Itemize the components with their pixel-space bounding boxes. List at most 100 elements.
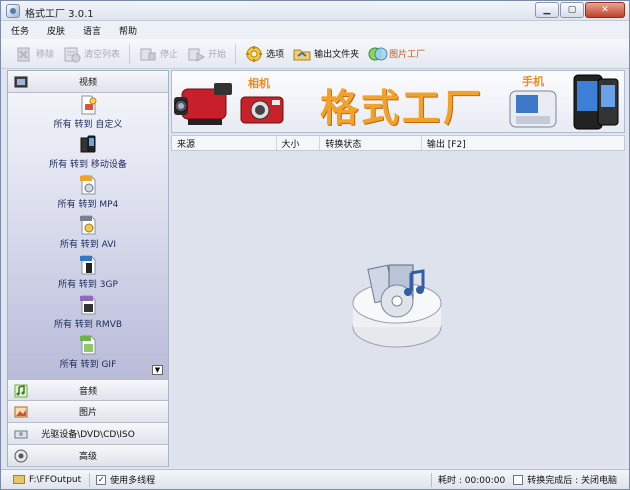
category-sidebar: 视频 所有 转到 自定义 所有 转到 移动设备 所有 转到 MP4 所有 转到 … <box>7 70 169 467</box>
status-separator <box>89 472 91 487</box>
minimize-button[interactable]: ▁ <box>535 2 559 18</box>
column-output[interactable]: 输出 [F2] <box>422 136 624 150</box>
remove-button[interactable]: 移除 <box>15 45 54 63</box>
picture-factory-label: 图片工厂 <box>389 50 426 60</box>
clear-list-label: 清空列表 <box>84 50 121 60</box>
picture-factory-button[interactable]: 图片工厂 <box>368 45 425 63</box>
video-format-list: 所有 转到 自定义 所有 转到 移动设备 所有 转到 MP4 所有 转到 AVI <box>8 93 168 379</box>
after-done-label: 转换完成后 : 关闭电脑 <box>527 476 617 486</box>
format-item-mp4[interactable]: 所有 转到 MP4 <box>8 173 168 213</box>
film-icon <box>14 75 28 89</box>
checkmark-icon: ✓ <box>97 475 105 484</box>
format-item-mobile[interactable]: 所有 转到 移动设备 <box>8 133 168 173</box>
menu-language[interactable]: 语言 <box>83 24 101 37</box>
start-button[interactable]: 开始 <box>187 45 226 63</box>
close-button[interactable]: ✕ <box>585 2 625 18</box>
mobile-device-icon <box>79 135 97 155</box>
menu-help[interactable]: 帮助 <box>119 24 137 37</box>
toolbar-separator <box>129 43 131 64</box>
gif-file-icon <box>79 335 97 355</box>
start-label: 开始 <box>208 50 227 60</box>
app-window: 格式工厂 3.0.1 ▁ ▢ ✕ 任务 皮肤 语言 帮助 移除 清空列表 停止 … <box>0 0 630 490</box>
task-list-header: 来源 大小 转换状态 输出 [F2] <box>171 135 625 151</box>
stop-label: 停止 <box>160 50 179 60</box>
remove-icon <box>15 45 33 63</box>
category-advanced-label: 高级 <box>78 452 97 462</box>
menu-skin[interactable]: 皮肤 <box>47 24 65 37</box>
banner-title: 格式工厂 <box>320 86 485 130</box>
column-status[interactable]: 转换状态 <box>320 136 422 150</box>
clear-list-button[interactable]: 清空列表 <box>63 45 120 63</box>
column-source-label: 来源 <box>177 139 196 150</box>
category-audio[interactable]: 音频 <box>8 379 168 401</box>
multithread-label: 使用多线程 <box>110 476 156 486</box>
column-size-label: 大小 <box>281 139 300 150</box>
folder-icon <box>293 45 311 63</box>
category-video-label: 视频 <box>78 78 97 88</box>
status-separator <box>431 472 433 487</box>
category-audio-label: 音频 <box>78 386 97 397</box>
output-folder-button[interactable]: 输出文件夹 <box>293 45 359 63</box>
stop-icon <box>139 45 157 63</box>
rmvb-file-icon <box>79 295 97 315</box>
clear-list-icon <box>63 45 81 63</box>
task-list[interactable] <box>171 151 625 467</box>
3gp-file-icon <box>79 255 97 275</box>
banner: 相机 格式工厂 手机 <box>171 70 625 133</box>
format-item-custom[interactable]: 所有 转到 自定义 <box>8 93 168 133</box>
stop-button[interactable]: 停止 <box>139 45 178 63</box>
smartphone-icon <box>509 90 557 128</box>
format-label: 所有 转到 移动设备 <box>49 160 127 170</box>
elapsed-time: 耗时 : 00:00:00 <box>438 476 506 486</box>
close-icon: ✕ <box>601 5 609 15</box>
menu-task[interactable]: 任务 <box>11 24 29 37</box>
after-done-checkbox[interactable] <box>513 474 524 485</box>
column-status-label: 转换状态 <box>325 139 362 150</box>
category-advanced[interactable]: 高级 <box>8 445 168 467</box>
advanced-icon <box>14 449 28 463</box>
category-rom-label: 光驱设备\DVD\CD\ISO <box>41 430 135 440</box>
video-file-icon <box>79 95 97 115</box>
column-size[interactable]: 大小 <box>277 136 321 150</box>
camera-icon <box>240 96 284 124</box>
avi-file-icon <box>79 215 97 235</box>
category-picture[interactable]: 图片 <box>8 401 168 423</box>
pda-phone-icon <box>573 74 619 130</box>
format-item-avi[interactable]: 所有 转到 AVI <box>8 213 168 253</box>
minimize-icon: ▁ <box>543 5 551 15</box>
column-source[interactable]: 来源 <box>172 136 277 150</box>
toolbar: 移除 清空列表 停止 开始 选项 输出文件夹 图片工厂 <box>1 39 629 69</box>
disc-drive-icon <box>14 427 28 441</box>
camera-label: 相机 <box>248 77 270 90</box>
format-label: 所有 转到 AVI <box>59 240 117 250</box>
multithread-checkbox[interactable]: ✓ <box>96 474 107 485</box>
category-picture-label: 图片 <box>78 408 97 418</box>
format-item-gif[interactable]: 所有 转到 GIF <box>8 333 168 373</box>
toolbar-separator <box>235 43 237 64</box>
maximize-icon: ▢ <box>567 5 577 15</box>
output-folder-icon[interactable] <box>13 475 25 484</box>
options-label: 选项 <box>266 50 285 60</box>
category-video[interactable]: 视频 <box>8 71 168 93</box>
format-factory-logo-icon <box>352 264 442 348</box>
window-title: 格式工厂 3.0.1 <box>25 9 94 20</box>
gear-icon <box>245 45 263 63</box>
options-button[interactable]: 选项 <box>245 45 284 63</box>
picture-icon <box>14 405 28 419</box>
start-icon <box>187 45 206 63</box>
output-path[interactable]: F:\FFOutput <box>29 475 81 485</box>
format-item-rmvb[interactable]: 所有 转到 RMVB <box>8 293 168 333</box>
menu-bar: 任务 皮肤 语言 帮助 <box>1 21 629 39</box>
format-label: 所有 转到 3GP <box>58 280 118 290</box>
camcorder-icon <box>174 83 232 125</box>
scroll-down-button[interactable]: ▼ <box>152 365 163 375</box>
status-bar: F:\FFOutput ✓ 使用多线程 耗时 : 00:00:00 转换完成后 … <box>1 469 629 489</box>
format-label: 所有 转到 RMVB <box>53 320 123 330</box>
window-controls: ▁ ▢ ✕ <box>535 2 625 18</box>
maximize-button[interactable]: ▢ <box>560 2 584 18</box>
format-item-3gp[interactable]: 所有 转到 3GP <box>8 253 168 293</box>
remove-label: 移除 <box>36 50 55 60</box>
picture-factory-icon <box>368 45 388 63</box>
category-rom-device[interactable]: 光驱设备\DVD\CD\ISO <box>8 423 168 445</box>
app-icon <box>6 4 20 18</box>
